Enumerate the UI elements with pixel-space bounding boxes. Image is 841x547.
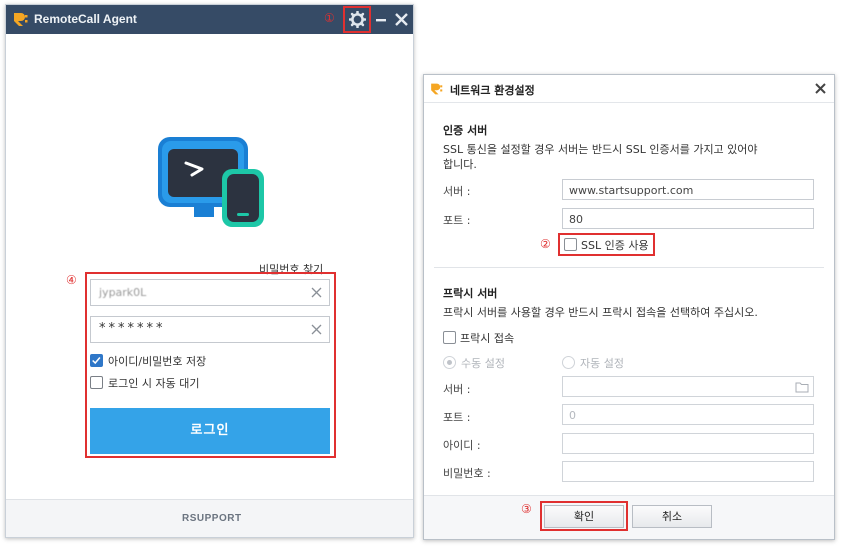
dialog-title: 네트워크 환경설정 [450, 84, 535, 97]
auto-wait-checkbox[interactable]: 로그인 시 자동 대기 [90, 375, 240, 391]
auth-port-label: 포트 : [443, 214, 471, 227]
close-icon[interactable] [814, 82, 827, 95]
auth-port-input[interactable]: 80 [562, 208, 814, 229]
minimize-icon[interactable] [373, 11, 390, 28]
auth-server-heading: 인증 서버 [443, 124, 488, 137]
rsupport-logo-icon [14, 13, 28, 26]
proxy-server-label: 서버 : [443, 383, 471, 396]
manual-setting-radio[interactable]: 수동 설정 [443, 355, 523, 370]
proxy-server-heading: 프락시 서버 [443, 287, 498, 300]
auth-server-label: 서버 : [443, 185, 471, 198]
checkbox-icon[interactable] [90, 376, 103, 389]
close-icon[interactable] [393, 11, 410, 28]
remotecall-app-illustration [158, 137, 264, 227]
dialog-body: 인증 서버 SSL 통신을 설정할 경우 서버는 반드시 SSL 인증서를 가지… [424, 103, 834, 495]
network-settings-dialog: 네트워크 환경설정 인증 서버 SSL 통신을 설정할 경우 서버는 반드시 S… [423, 74, 835, 540]
proxy-password-label: 비밀번호 : [443, 467, 491, 480]
checkbox-icon[interactable] [443, 331, 456, 344]
rsupport-logo-icon [431, 83, 443, 95]
proxy-server-input[interactable] [562, 376, 814, 397]
manual-setting-label: 수동 설정 [461, 357, 505, 370]
annotation-3: ③ [521, 502, 532, 516]
ssl-label: SSL 인증 사용 [581, 239, 649, 252]
dialog-footer: ③ 확인 취소 [424, 495, 834, 539]
ssl-checkbox[interactable]: SSL 인증 사용 [564, 237, 652, 252]
id-value: jypark0L [99, 286, 147, 299]
proxy-id-label: 아이디 : [443, 439, 481, 452]
section-divider [434, 267, 824, 268]
proxy-connect-label: 프락시 접속 [460, 332, 515, 345]
proxy-port-value: 0 [569, 409, 576, 422]
checkbox-checked-icon[interactable] [90, 354, 103, 367]
save-credentials-checkbox[interactable]: 아이디/비밀번호 저장 [90, 353, 240, 369]
radio-icon[interactable] [562, 356, 575, 369]
auth-port-value: 80 [569, 213, 583, 226]
proxy-port-label: 포트 : [443, 411, 471, 424]
title-bar: RemoteCall Agent ① [6, 5, 413, 34]
ok-button[interactable]: 확인 [544, 505, 624, 528]
radio-selected-icon[interactable] [443, 356, 456, 369]
proxy-id-input[interactable] [562, 433, 814, 454]
dialog-title-bar: 네트워크 환경설정 [424, 75, 834, 103]
gear-icon[interactable] [349, 11, 366, 28]
auth-server-input[interactable]: www.startsupport.com [562, 179, 814, 200]
clear-icon[interactable] [310, 286, 323, 299]
footer: RSUPPORT [6, 499, 413, 537]
auth-description-line2: 합니다. [443, 158, 477, 171]
auto-setting-radio[interactable]: 자동 설정 [562, 355, 642, 370]
proxy-port-input[interactable]: 0 [562, 404, 814, 425]
annotation-2: ② [540, 237, 551, 251]
password-input[interactable]: ******* [90, 316, 330, 343]
proxy-description: 프락시 서버를 사용할 경우 반드시 프락시 접속을 선택하여 주십시오. [443, 306, 758, 319]
proxy-connect-checkbox[interactable]: 프락시 접속 [443, 330, 533, 345]
annotation-1: ① [324, 11, 335, 25]
save-credentials-label: 아이디/비밀번호 저장 [108, 355, 207, 368]
password-value: ******* [99, 321, 166, 336]
annotation-4: ④ [66, 273, 77, 287]
proxy-password-input[interactable] [562, 461, 814, 482]
rsupport-brand-logo: RSUPPORT [182, 513, 242, 524]
login-button[interactable]: 로그인 [90, 408, 330, 454]
auto-setting-label: 자동 설정 [580, 357, 624, 370]
clear-icon[interactable] [310, 323, 323, 336]
auth-description-line1: SSL 통신을 설정할 경우 서버는 반드시 SSL 인증서를 가지고 있어야 [443, 143, 758, 156]
checkbox-icon[interactable] [564, 238, 577, 251]
cancel-button[interactable]: 취소 [632, 505, 712, 528]
window-title: RemoteCall Agent [34, 12, 137, 26]
auth-server-value: www.startsupport.com [569, 184, 694, 197]
auto-wait-label: 로그인 시 자동 대기 [108, 377, 200, 390]
id-input[interactable]: jypark0L [90, 279, 330, 306]
remotecall-agent-window: RemoteCall Agent ① 비밀번호 찾기 ④ jypark0L **… [5, 4, 414, 538]
folder-icon[interactable] [795, 381, 809, 393]
